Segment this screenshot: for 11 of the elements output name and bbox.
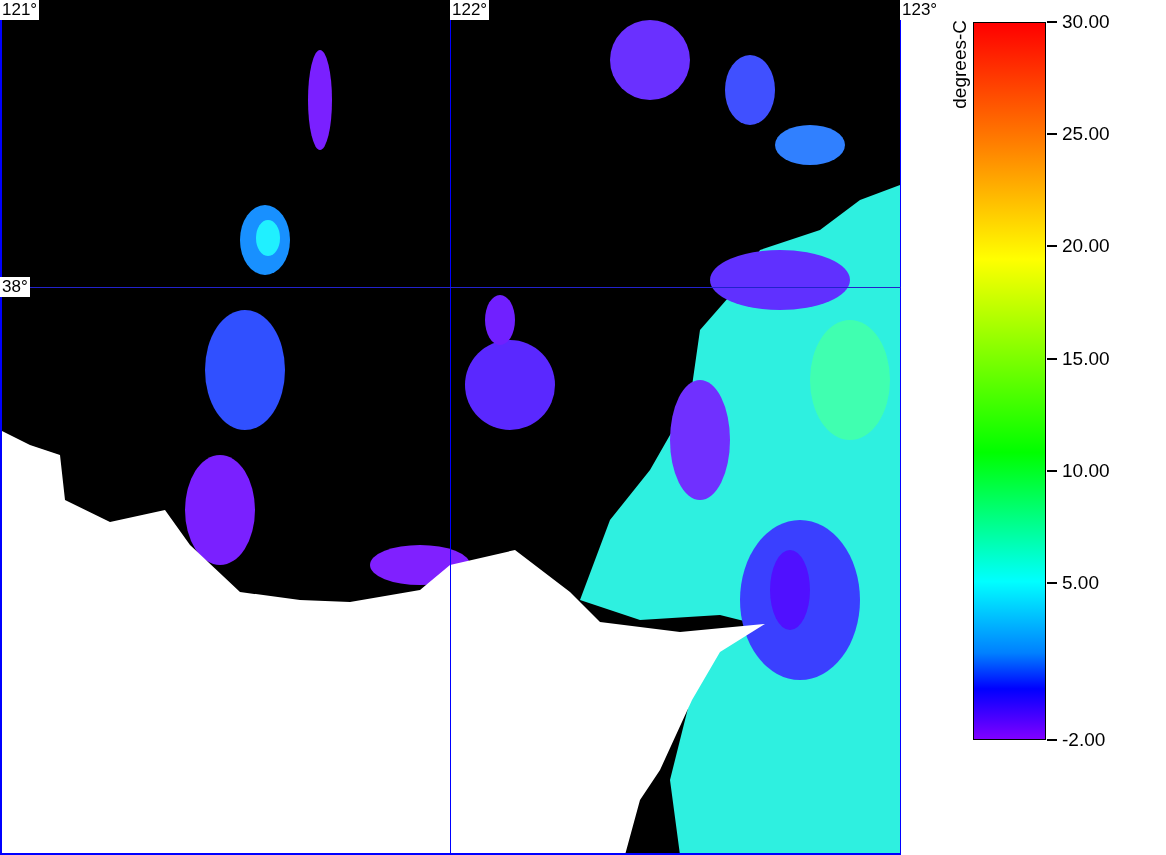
colorbar-tick-label: 10.00 xyxy=(1062,459,1110,482)
latitude-label: 38° xyxy=(0,277,30,297)
colorbar-tick-label: 5.00 xyxy=(1062,571,1099,594)
longitude-label: 121° xyxy=(0,0,40,20)
colorbar-tick-label: 20.00 xyxy=(1062,235,1110,258)
colorbar-label: degrees-C xyxy=(948,20,971,109)
colorbar-tick-label: -2.00 xyxy=(1062,729,1106,751)
colorbar-tick-label: 30.00 xyxy=(1062,11,1110,33)
longitude-label: 122° xyxy=(450,0,490,20)
colorbar-tick-label: 15.00 xyxy=(1062,347,1110,370)
colorbar-tick-label: 25.00 xyxy=(1062,123,1110,146)
